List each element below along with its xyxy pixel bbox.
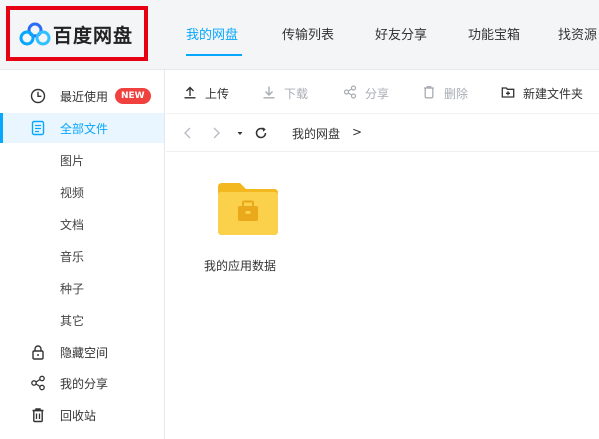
sidebar-item-label: 种子 — [60, 282, 85, 296]
breadcrumb-bar: 我的网盘 > — [166, 114, 599, 152]
sidebar-item-torrents[interactable]: 种子 — [0, 273, 164, 303]
sidebar-item-hidden-space[interactable]: 隐藏空间 — [0, 337, 164, 367]
sidebar-item-label: 最近使用 — [60, 90, 109, 104]
sidebar-item-label: 音乐 — [60, 250, 85, 264]
file-toolbar: 上传 下载 分享 删除 新建文件夹 — [166, 70, 599, 114]
upload-button[interactable]: 上传 — [183, 84, 233, 102]
tab-find-resources[interactable]: 找资源 — [558, 24, 597, 43]
share-icon — [31, 375, 45, 391]
sidebar-item-recent[interactable]: 最近使用 NEW — [0, 81, 164, 111]
upload-icon — [184, 86, 196, 99]
download-icon — [263, 86, 275, 99]
download-button[interactable]: 下载 — [262, 84, 312, 102]
tab-transfer-list[interactable]: 传输列表 — [282, 24, 334, 43]
sidebar-item-label: 图片 — [60, 154, 85, 168]
trash-icon — [424, 85, 434, 99]
sidebar-item-videos[interactable]: 视频 — [0, 177, 164, 207]
trash-icon — [32, 408, 44, 423]
file-list-area: 我的应用数据 — [166, 153, 599, 439]
new-folder-label: 新建文件夹 — [523, 87, 584, 101]
sidebar: 最近使用 NEW 全部文件 图片 视频 文档 音乐 种子 其它 隐藏空间 我的分… — [0, 70, 165, 439]
sidebar-item-label: 全部文件 — [60, 122, 109, 136]
forward-arrow-icon[interactable] — [208, 125, 224, 141]
logo-text: 百度网盘 — [53, 25, 134, 47]
lock-icon — [32, 345, 44, 360]
refresh-icon[interactable] — [253, 125, 269, 141]
sidebar-item-others[interactable]: 其它 — [0, 305, 164, 335]
active-indicator — [0, 113, 3, 143]
sidebar-item-label: 我的分享 — [60, 377, 109, 391]
folder-name: 我的应用数据 — [204, 259, 277, 273]
share-label: 分享 — [365, 87, 390, 101]
sidebar-item-all-files[interactable]: 全部文件 — [0, 113, 164, 143]
share-icon — [343, 85, 357, 99]
folder-item[interactable]: 我的应用数据 — [204, 179, 294, 279]
tab-toolbox[interactable]: 功能宝箱 — [468, 24, 520, 43]
download-label: 下载 — [284, 87, 309, 101]
logo-highlight-box[interactable]: 百度网盘 — [6, 6, 148, 61]
sidebar-item-recycle-bin[interactable]: 回收站 — [0, 400, 164, 430]
sidebar-item-label: 隐藏空间 — [60, 346, 109, 360]
sidebar-item-music[interactable]: 音乐 — [0, 241, 164, 271]
sidebar-item-label: 视频 — [60, 186, 85, 200]
delete-button[interactable]: 删除 — [422, 84, 472, 102]
upload-label: 上传 — [205, 87, 230, 101]
breadcrumb-my-netdisk[interactable]: 我的网盘 — [292, 125, 340, 142]
sidebar-item-label: 回收站 — [60, 409, 97, 423]
app-window: 百度网盘 我的网盘 传输列表 好友分享 功能宝箱 找资源 最近使用 NEW 全部… — [0, 0, 599, 439]
new-folder-button[interactable]: 新建文件夹 — [501, 84, 591, 102]
folder-icon — [218, 183, 278, 235]
back-arrow-icon[interactable] — [180, 125, 196, 141]
tab-my-netdisk[interactable]: 我的网盘 — [186, 24, 238, 43]
top-bar: 百度网盘 我的网盘 传输列表 好友分享 功能宝箱 找资源 — [0, 0, 599, 70]
active-tab-underline — [186, 54, 242, 56]
sidebar-item-documents[interactable]: 文档 — [0, 209, 164, 239]
cloud-logo-icon — [19, 22, 51, 46]
share-button[interactable]: 分享 — [343, 84, 393, 102]
breadcrumb-separator: > — [352, 125, 363, 139]
new-folder-icon — [501, 87, 515, 98]
sidebar-item-images[interactable]: 图片 — [0, 145, 164, 175]
delete-label: 删除 — [444, 87, 469, 101]
document-icon — [31, 120, 45, 136]
sidebar-item-label: 文档 — [60, 218, 85, 232]
sidebar-item-label: 其它 — [60, 314, 85, 328]
clock-icon — [30, 88, 46, 104]
new-badge: NEW — [115, 88, 151, 104]
sidebar-item-my-shares[interactable]: 我的分享 — [0, 368, 164, 398]
tab-friend-share[interactable]: 好友分享 — [375, 24, 427, 43]
dropdown-caret-icon[interactable] — [232, 125, 248, 141]
